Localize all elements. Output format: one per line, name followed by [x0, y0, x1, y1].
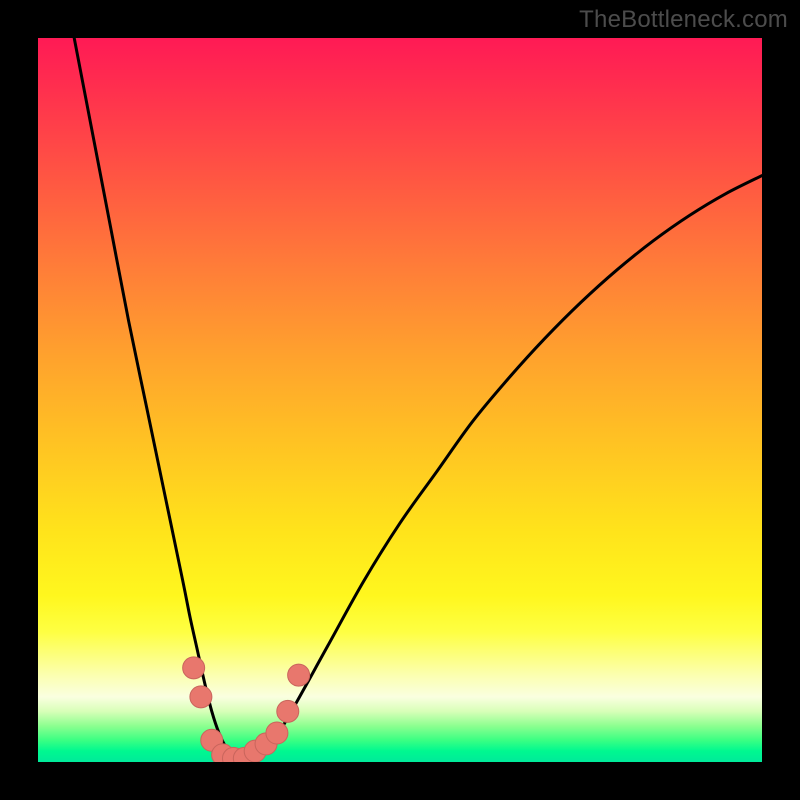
chart-frame: TheBottleneck.com	[0, 0, 800, 800]
data-marker	[266, 722, 288, 744]
data-marker	[183, 657, 205, 679]
data-marker	[288, 664, 310, 686]
curve-layer	[74, 38, 762, 759]
data-marker	[277, 700, 299, 722]
data-marker	[190, 686, 212, 708]
watermark-text: TheBottleneck.com	[579, 6, 788, 34]
bottleneck-curve-path	[74, 38, 762, 759]
plot-area	[38, 38, 762, 762]
data-markers-group	[183, 657, 310, 762]
bottleneck-curve-svg	[38, 38, 762, 762]
